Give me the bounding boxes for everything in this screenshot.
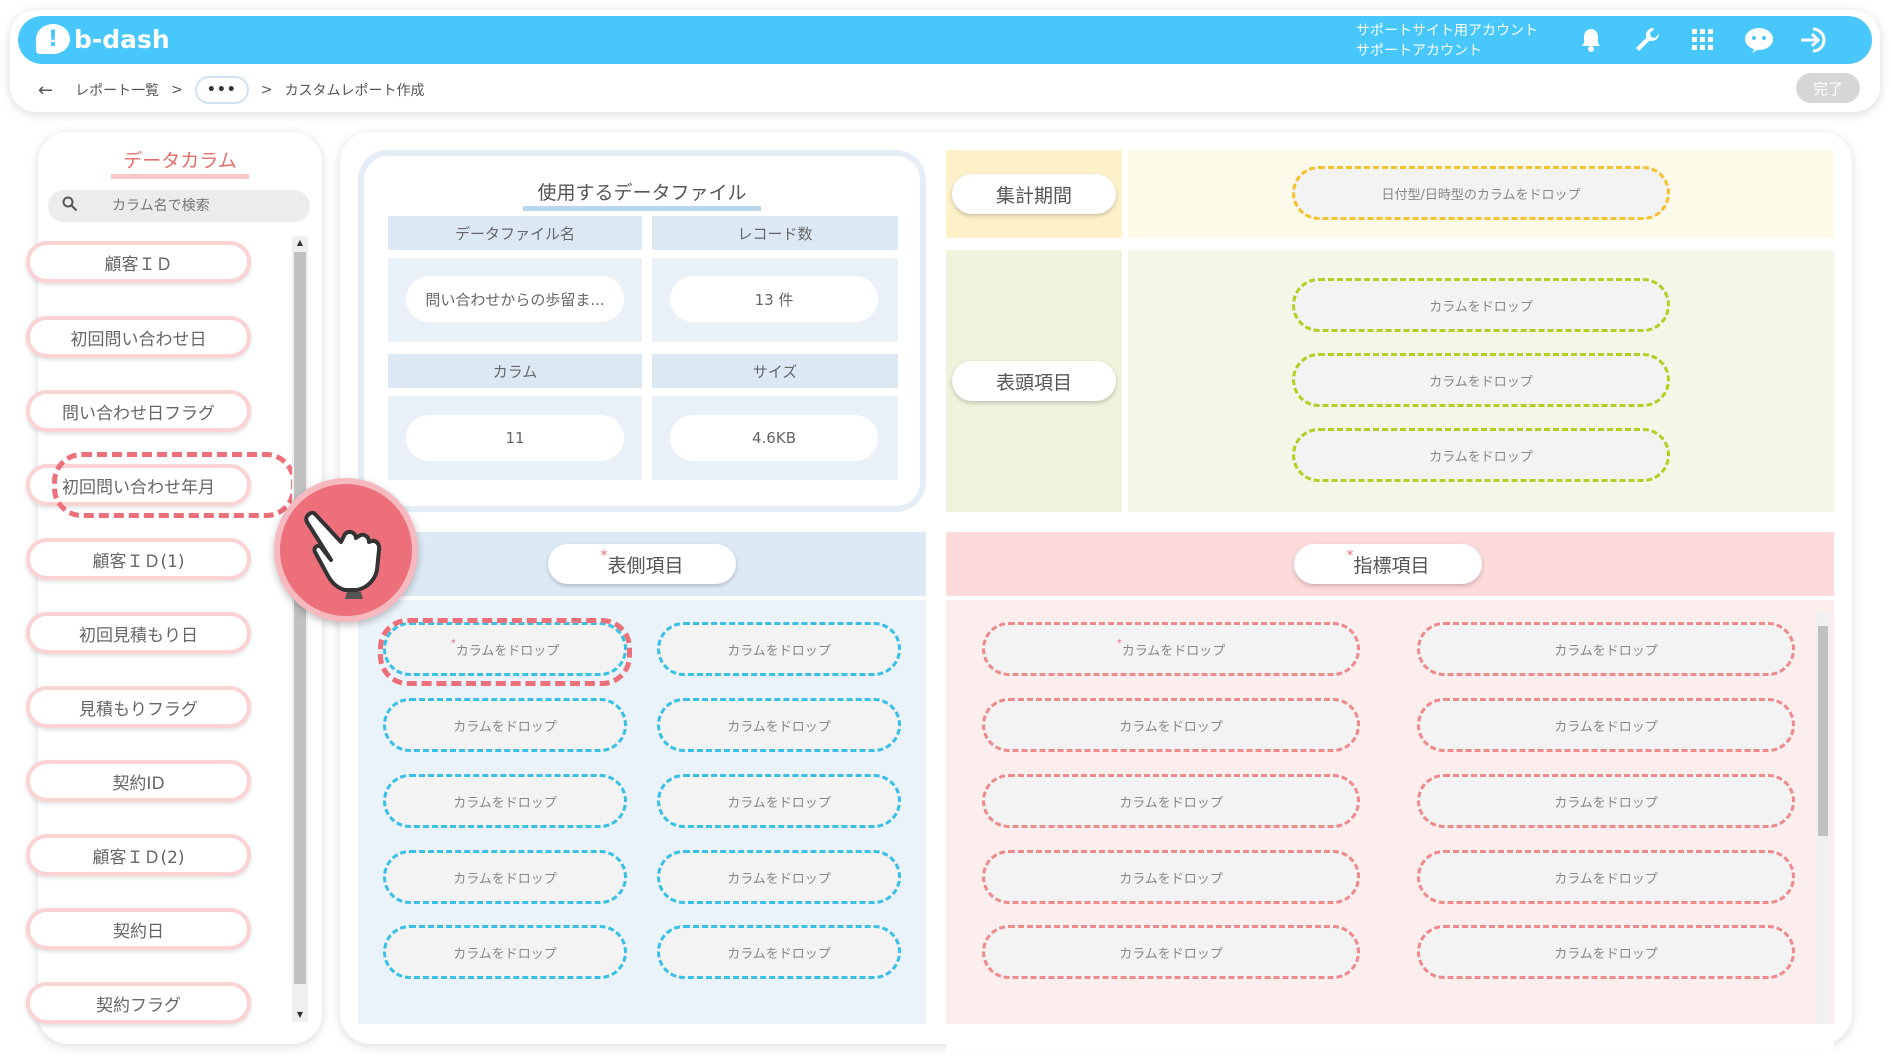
period-label: 集計期間: [952, 174, 1116, 214]
breadcrumb: ← レポート一覧 > ••• > カスタムレポート作成: [38, 76, 425, 104]
header-items-label: 表頭項目: [952, 361, 1116, 401]
side-items-label: * 表側項目: [548, 544, 736, 584]
metric-item-drop-zone[interactable]: カラムをドロップ: [1417, 850, 1795, 904]
size-header: サイズ: [652, 354, 898, 388]
search-icon: [62, 196, 84, 216]
bell-icon[interactable]: [1574, 24, 1608, 56]
column-search[interactable]: [48, 190, 310, 222]
wrench-icon[interactable]: [1630, 24, 1664, 56]
side-item-drop-zone[interactable]: カラムをドロップ: [383, 698, 627, 752]
account-user: サポートアカウント: [1356, 43, 1482, 59]
column-search-input[interactable]: [112, 198, 292, 214]
side-item-drop-zone[interactable]: カラムをドロップ: [657, 850, 901, 904]
metric-items-label: * 指標項目: [1294, 544, 1482, 584]
scroll-down-arrow-icon[interactable]: ▼: [294, 1010, 306, 1019]
scroll-up-arrow-icon[interactable]: ▲: [294, 238, 306, 247]
metric-item-drop-zone[interactable]: カラムをドロップ: [982, 774, 1360, 828]
column-item[interactable]: 契約日: [26, 908, 251, 950]
column-count-header: カラム: [388, 354, 642, 388]
column-item[interactable]: 見積もりフラグ: [26, 686, 251, 728]
metric-item-drop-zone[interactable]: カラムをドロップ: [982, 925, 1360, 979]
logout-icon[interactable]: [1798, 24, 1832, 56]
breadcrumb-current: カスタムレポート作成: [284, 83, 425, 99]
metric-item-drop-zone[interactable]: カラムをドロップ: [1417, 925, 1795, 979]
column-item[interactable]: 顧客ＩＤ: [26, 241, 251, 283]
file-name-header: データファイル名: [388, 216, 642, 250]
logo[interactable]: ! b-dash: [36, 24, 170, 54]
header-item-drop-zone[interactable]: カラムをドロップ: [1292, 428, 1670, 482]
back-arrow-icon[interactable]: ←: [38, 80, 53, 101]
data-file-title: 使用するデータファイル: [364, 178, 920, 211]
column-item[interactable]: 初回見積もり日: [26, 612, 251, 654]
account-info[interactable]: サポートサイト用アカウント サポートアカウント: [1356, 21, 1538, 61]
side-item-drop-zone[interactable]: カラムをドロップ: [383, 850, 627, 904]
record-count-value: 13 件: [670, 276, 878, 322]
metric-item-drop-zone[interactable]: カラムをドロップ: [1417, 622, 1795, 676]
metric-item-drop-zone[interactable]: カラムをドロップ: [1417, 698, 1795, 752]
metric-item-drop-zone[interactable]: * カラムをドロップ: [982, 622, 1360, 676]
side-item-drop-zone[interactable]: カラムをドロップ: [657, 698, 901, 752]
support-chat-icon[interactable]: [1742, 24, 1776, 56]
side-item-drop-zone[interactable]: カラムをドロップ: [383, 925, 627, 979]
breadcrumb-report-list[interactable]: レポート一覧: [75, 80, 159, 100]
side-item-drop-zone[interactable]: カラムをドロップ: [383, 774, 627, 828]
column-item[interactable]: 顧客ＩＤ(1): [26, 538, 251, 580]
pointing-hand-cursor-icon: [274, 478, 418, 622]
logo-icon: !: [36, 24, 70, 54]
period-drop-zone[interactable]: 日付型/日時型のカラムをドロップ: [1292, 166, 1670, 220]
metric-item-drop-zone[interactable]: カラムをドロップ: [982, 850, 1360, 904]
column-item[interactable]: 初回問い合わせ日: [26, 316, 251, 358]
column-item[interactable]: 契約ID: [26, 760, 251, 802]
column-item[interactable]: 契約フラグ: [26, 982, 251, 1024]
metric-area-cutoff: [946, 1024, 1834, 1054]
header-bar: ! b-dash サポートサイト用アカウント サポートアカウント: [18, 16, 1872, 64]
record-count-header: レコード数: [652, 216, 898, 250]
breadcrumb-separator: >: [171, 82, 183, 98]
size-value: 4.6KB: [670, 415, 878, 461]
apps-grid-icon[interactable]: [1686, 24, 1720, 56]
header-item-drop-zone[interactable]: カラムをドロップ: [1292, 278, 1670, 332]
file-name-value: 問い合わせからの歩留ま...: [406, 276, 624, 322]
sidebar-scrollbar-thumb[interactable]: [294, 252, 306, 984]
breadcrumb-separator: >: [260, 82, 273, 98]
column-count-value: 11: [406, 415, 624, 461]
header-item-drop-zone[interactable]: カラムをドロップ: [1292, 353, 1670, 407]
logo-text: b-dash: [74, 24, 170, 54]
done-button[interactable]: 完了: [1796, 73, 1860, 103]
side-item-drop-zone[interactable]: カラムをドロップ: [657, 925, 901, 979]
drag-highlight: [52, 452, 296, 518]
side-item-drop-zone[interactable]: カラムをドロップ: [657, 622, 901, 676]
side-item-drop-zone[interactable]: カラムをドロップ: [657, 774, 901, 828]
account-name: サポートサイト用アカウント: [1356, 23, 1538, 39]
breadcrumb-ellipsis-button[interactable]: •••: [194, 76, 249, 104]
column-item[interactable]: 顧客ＩＤ(2): [26, 834, 251, 876]
metric-item-drop-zone[interactable]: カラムをドロップ: [1417, 774, 1795, 828]
metric-scrollbar-thumb[interactable]: [1818, 626, 1828, 836]
data-column-title: データカラム: [38, 146, 322, 179]
metric-item-drop-zone[interactable]: カラムをドロップ: [982, 698, 1360, 752]
drop-target-highlight: [378, 618, 632, 686]
column-item[interactable]: 問い合わせ日フラグ: [26, 390, 251, 432]
